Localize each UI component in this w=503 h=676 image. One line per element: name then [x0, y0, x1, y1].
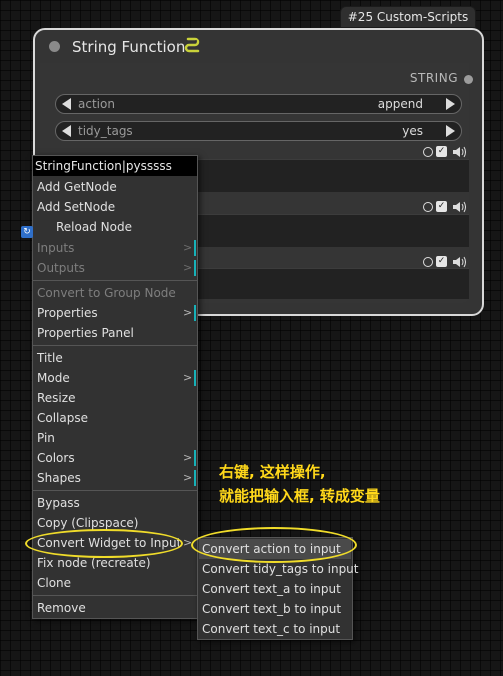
submenu-item-convert-text-c[interactable]: Convert text_c to input: [202, 619, 340, 639]
submenu-indicator: [194, 450, 196, 466]
menu-item-reload-node[interactable]: Reload Node: [56, 217, 132, 237]
arrow-left-icon[interactable]: [62, 98, 71, 110]
action-combo[interactable]: action append: [55, 94, 462, 114]
menu-item-convert-widget[interactable]: Convert Widget to Input: [37, 533, 181, 553]
speaker-icon[interactable]: [452, 256, 466, 268]
menu-header: StringFunction|pysssss: [33, 156, 197, 176]
combo-value: yes: [402, 124, 423, 138]
output-string-label: STRING: [409, 71, 458, 85]
menu-item-title[interactable]: Title: [37, 348, 63, 368]
arrow-left-icon[interactable]: [62, 125, 71, 137]
checkbox-icon[interactable]: ✓: [436, 256, 447, 267]
arrow-right-icon[interactable]: [446, 98, 455, 110]
menu-item-remove[interactable]: Remove: [37, 598, 86, 618]
menu-divider: [33, 595, 197, 596]
chevron-right-icon: >: [183, 241, 193, 254]
menu-item-pin[interactable]: Pin: [37, 428, 55, 448]
context-menu: StringFunction|pysssss Add GetNode Add S…: [32, 155, 198, 619]
menu-item-collapse[interactable]: Collapse: [37, 408, 88, 428]
menu-item-properties-panel[interactable]: Properties Panel: [37, 323, 134, 343]
menu-item-mode[interactable]: Mode: [37, 368, 70, 388]
chevron-right-icon: >: [183, 371, 193, 384]
chevron-right-icon: >: [183, 471, 193, 484]
tidy-tags-combo[interactable]: tidy_tags yes: [55, 121, 462, 141]
node-source-badge: #25 Custom-Scripts: [340, 6, 476, 28]
menu-item-shapes[interactable]: Shapes: [37, 468, 81, 488]
menu-item-clone[interactable]: Clone: [37, 573, 71, 593]
menu-item-bypass[interactable]: Bypass: [37, 493, 80, 513]
speaker-icon[interactable]: [452, 201, 466, 213]
circle-toggle-icon[interactable]: [423, 202, 433, 212]
arrow-right-icon[interactable]: [446, 125, 455, 137]
combo-value: append: [377, 97, 423, 111]
menu-divider: [33, 490, 197, 491]
convert-widget-submenu: Convert action to input Convert tidy_tag…: [197, 537, 359, 640]
circle-toggle-icon[interactable]: [423, 257, 433, 267]
menu-item-add-setnode[interactable]: Add SetNode: [37, 197, 115, 217]
node-title: String Function: [72, 38, 186, 56]
circle-toggle-icon[interactable]: [423, 147, 433, 157]
snake-icon: [184, 37, 200, 53]
combo-name: tidy_tags: [78, 124, 133, 138]
speaker-icon[interactable]: [452, 146, 466, 158]
output-slot-dot[interactable]: [464, 75, 473, 84]
submenu-item-convert-tidy-tags[interactable]: Convert tidy_tags to input: [202, 559, 359, 579]
menu-item-outputs: Outputs: [37, 261, 85, 275]
menu-item-colors[interactable]: Colors: [37, 448, 75, 468]
menu-item-inputs: Inputs: [37, 241, 75, 255]
chevron-right-icon: >: [183, 261, 193, 274]
submenu-indicator: [194, 305, 196, 321]
collapse-dot-icon[interactable]: [49, 41, 60, 52]
submenu-item-convert-text-a[interactable]: Convert text_a to input: [202, 579, 341, 599]
menu-item-fix-node[interactable]: Fix node (recreate): [37, 553, 151, 573]
submenu-item-convert-action[interactable]: Convert action to input: [199, 539, 351, 559]
combo-name: action: [78, 97, 115, 111]
checkbox-icon[interactable]: ✓: [436, 146, 447, 157]
menu-item-copy-clipspace[interactable]: Copy (Clipspace): [37, 513, 138, 533]
submenu-indicator: [194, 240, 196, 256]
checkbox-icon[interactable]: ✓: [436, 201, 447, 212]
chevron-right-icon: >: [183, 536, 193, 549]
menu-item-add-getnode[interactable]: Add GetNode: [37, 177, 117, 197]
menu-item-convert-group: Convert to Group Node: [37, 286, 176, 300]
menu-divider: [33, 280, 197, 281]
submenu-item-convert-text-b[interactable]: Convert text_b to input: [202, 599, 341, 619]
menu-item-resize[interactable]: Resize: [37, 388, 75, 408]
submenu-indicator: [194, 470, 196, 486]
chevron-right-icon: >: [183, 451, 193, 464]
menu-item-properties[interactable]: Properties: [37, 303, 98, 323]
annotation-line-1: 右键, 这样操作,: [219, 463, 326, 481]
submenu-indicator: [194, 370, 196, 386]
submenu-indicator: [194, 260, 196, 276]
annotation-line-2: 就能把输入框, 转成变量: [219, 487, 380, 505]
menu-divider: [33, 345, 197, 346]
reload-icon: ↻: [21, 226, 33, 238]
chevron-right-icon: >: [183, 306, 193, 319]
